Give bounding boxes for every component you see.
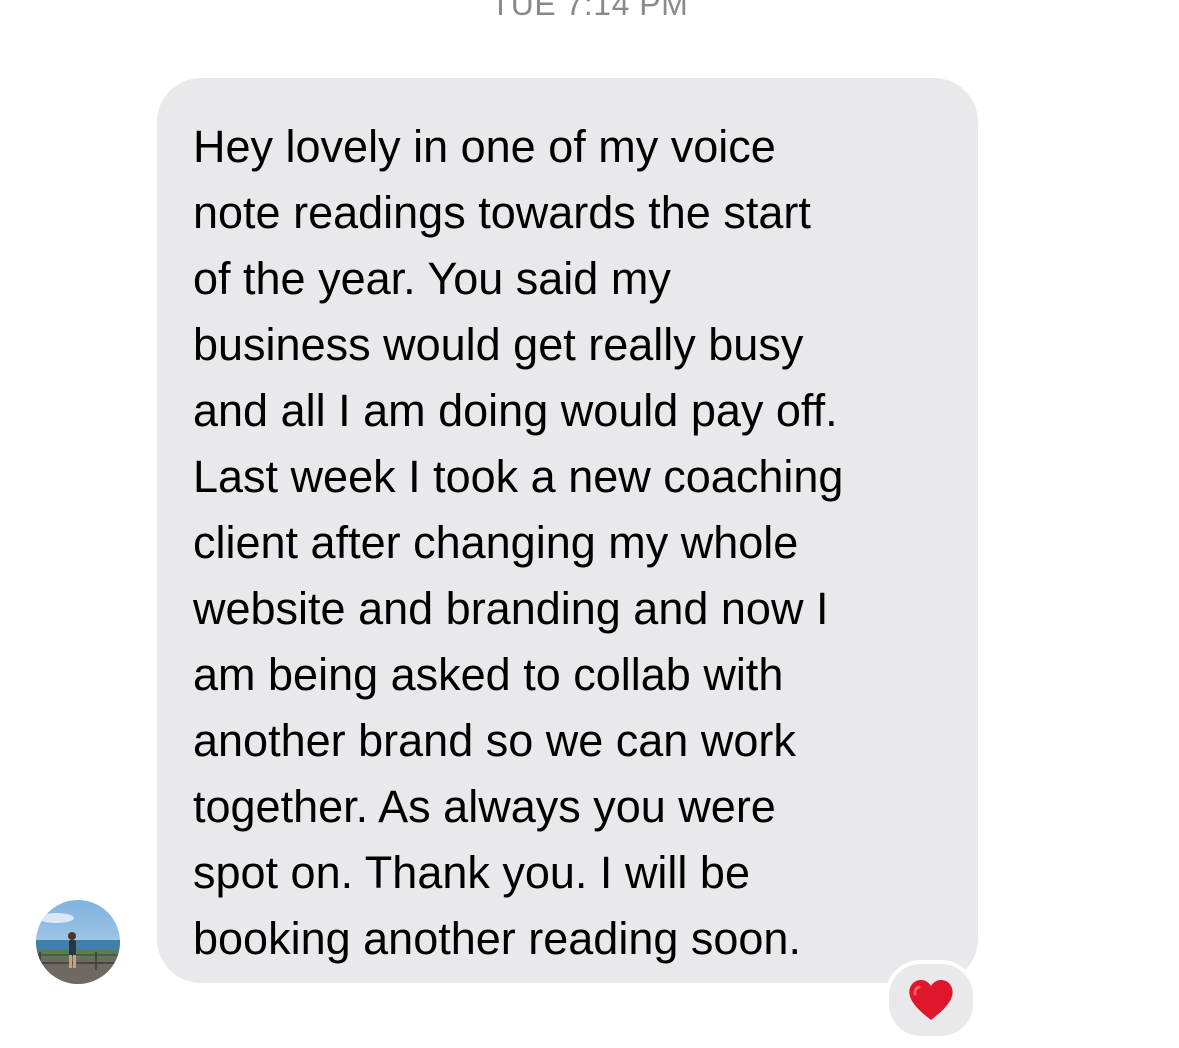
message-line: booking another reading soon.	[193, 913, 801, 964]
sender-avatar[interactable]	[36, 900, 120, 984]
message-line: Last week I took a new coaching	[193, 451, 844, 502]
message-line: client after changing my whole	[193, 517, 799, 568]
message-line: of the year. You said my	[193, 253, 671, 304]
message-line: website and branding and now I	[193, 583, 829, 634]
message-line: another brand so we can work	[193, 715, 796, 766]
message-line: business would get really busy	[193, 319, 804, 370]
conversation-view: TUE 7:14 PM Hey lovely in one of my voic…	[0, 0, 1179, 1048]
message-bubble[interactable]: Hey lovely in one of my voice note readi…	[157, 78, 978, 983]
message-line: and all I am doing would pay off.	[193, 385, 838, 436]
message-line: Hey lovely in one of my voice	[193, 121, 776, 172]
reaction-badge[interactable]	[885, 960, 977, 1040]
message-line: together. As always you were	[193, 781, 776, 832]
message-line: am being asked to collab with	[193, 649, 784, 700]
message-text: Hey lovely in one of my voice note readi…	[193, 114, 953, 972]
profile-photo	[36, 900, 120, 984]
heart-icon	[909, 980, 953, 1020]
message-timestamp: TUE 7:14 PM	[490, 0, 689, 22]
message-line: spot on. Thank you. I will be	[193, 847, 750, 898]
message-line: note readings towards the start	[193, 187, 811, 238]
